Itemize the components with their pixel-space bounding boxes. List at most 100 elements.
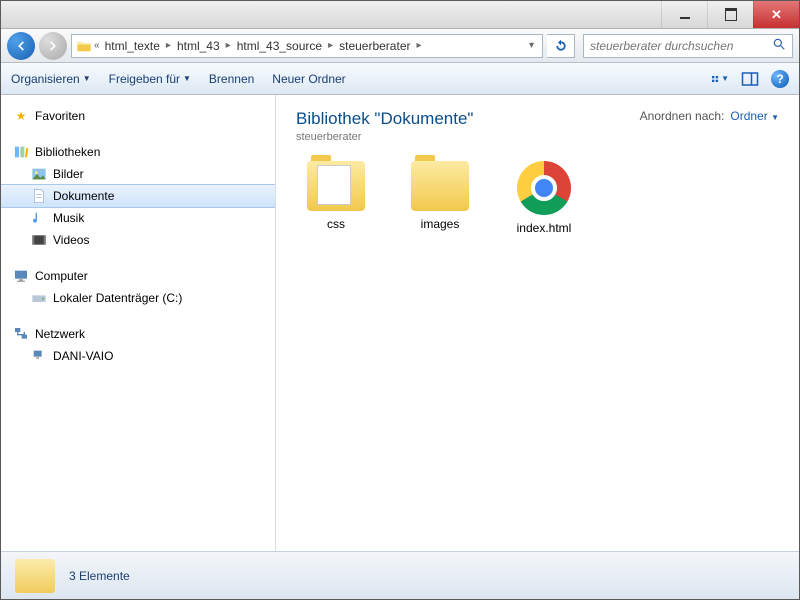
chevron-down-icon: ▼ — [183, 74, 191, 83]
toolbar-right: ▼ ? — [711, 70, 789, 88]
sidebar-favorites-header[interactable]: ★ Favoriten — [1, 105, 275, 127]
breadcrumb-item[interactable]: steuerberater — [339, 39, 410, 53]
refresh-icon — [554, 39, 568, 53]
sidebar-item-dokumente[interactable]: Dokumente — [1, 184, 275, 208]
chevron-down-icon: ▼ — [83, 74, 91, 83]
help-button[interactable]: ? — [771, 70, 789, 88]
music-icon — [31, 210, 47, 226]
breadcrumb-item[interactable]: html_texte — [105, 39, 160, 53]
content-area: Bibliothek "Dokumente" steuerberater Ano… — [276, 95, 799, 551]
maximize-button[interactable] — [707, 1, 753, 28]
status-count: 3 Elemente — [69, 569, 130, 583]
search-input[interactable] — [590, 39, 772, 53]
toolbar: Organisieren▼ Freigeben für▼ Brennen Neu… — [1, 63, 799, 95]
sidebar-item-label: Musik — [53, 211, 84, 225]
drive-icon — [31, 290, 47, 306]
sidebar-group-network: Netzwerk DANI-VAIO — [1, 323, 275, 367]
videos-icon — [31, 232, 47, 248]
titlebar — [1, 1, 799, 29]
arrange-value-link[interactable]: Ordner ▼ — [730, 109, 779, 123]
back-button[interactable] — [7, 32, 35, 60]
sidebar-label: Netzwerk — [35, 327, 85, 341]
chevron-down-icon: ▼ — [721, 74, 729, 83]
chrome-icon — [517, 161, 571, 215]
arrange-value: Ordner — [730, 109, 767, 123]
item-label: index.html — [517, 221, 572, 235]
library-title: Bibliothek "Dokumente" — [296, 109, 473, 129]
chevron-down-icon[interactable]: ▾ — [525, 40, 538, 51]
folder-icon — [411, 161, 469, 211]
sidebar-item-label: DANI-VAIO — [53, 349, 113, 363]
sidebar-item-musik[interactable]: Musik — [1, 207, 275, 229]
folder-item-images[interactable]: images — [400, 161, 480, 235]
arrow-left-icon — [14, 39, 28, 53]
sidebar-item-drive-c[interactable]: Lokaler Datenträger (C:) — [1, 287, 275, 309]
sidebar-item-label: Lokaler Datenträger (C:) — [53, 291, 182, 305]
file-item-index[interactable]: index.html — [504, 161, 584, 235]
sidebar-libraries-header[interactable]: Bibliotheken — [1, 141, 275, 163]
body: ★ Favoriten Bibliotheken Bilder Do — [1, 95, 799, 551]
organize-menu[interactable]: Organisieren▼ — [11, 72, 91, 86]
sidebar-label: Favoriten — [35, 109, 85, 123]
computer-icon — [13, 268, 29, 284]
arrange-label: Anordnen nach: — [640, 109, 725, 123]
sidebar-item-network-pc[interactable]: DANI-VAIO — [1, 345, 275, 367]
sidebar-label: Bibliotheken — [35, 145, 100, 159]
item-label: images — [421, 217, 460, 231]
sidebar: ★ Favoriten Bibliotheken Bilder Do — [1, 95, 276, 551]
preview-pane-button[interactable] — [741, 70, 759, 88]
folder-icon — [15, 559, 55, 593]
new-folder-button[interactable]: Neuer Ordner — [272, 72, 345, 86]
sidebar-group-computer: Computer Lokaler Datenträger (C:) — [1, 265, 275, 309]
network-icon — [13, 326, 29, 342]
view-options-button[interactable]: ▼ — [711, 70, 729, 88]
library-heading: Bibliothek "Dokumente" steuerberater — [296, 109, 473, 143]
chevron-right-icon: ▸ — [324, 40, 337, 51]
folder-icon — [307, 161, 365, 211]
search-icon — [772, 37, 786, 54]
sidebar-item-label: Videos — [53, 233, 89, 247]
libraries-icon — [13, 144, 29, 160]
explorer-window: « html_texte ▸ html_43 ▸ html_43_source … — [0, 0, 800, 600]
pictures-icon — [31, 166, 47, 182]
close-button[interactable] — [753, 1, 799, 28]
share-label: Freigeben für — [109, 72, 180, 86]
item-label: css — [327, 217, 345, 231]
chevron-right-icon: ▸ — [222, 40, 235, 51]
star-icon: ★ — [13, 108, 29, 124]
sidebar-network-header[interactable]: Netzwerk — [1, 323, 275, 345]
statusbar: 3 Elemente — [1, 551, 799, 599]
sidebar-item-bilder[interactable]: Bilder — [1, 163, 275, 185]
chevron-right-icon: ▸ — [162, 40, 175, 51]
pane-icon — [741, 70, 759, 88]
library-subtitle: steuerberater — [296, 131, 473, 143]
refresh-button[interactable] — [547, 34, 575, 58]
sidebar-item-label: Bilder — [53, 167, 84, 181]
folder-item-css[interactable]: css — [296, 161, 376, 235]
share-menu[interactable]: Freigeben für▼ — [109, 72, 191, 86]
sidebar-label: Computer — [35, 269, 88, 283]
forward-button[interactable] — [39, 32, 67, 60]
network-pc-icon — [31, 348, 47, 364]
chevron-right-icon: ▸ — [412, 40, 425, 51]
breadcrumb-item[interactable]: html_43_source — [237, 39, 322, 53]
sidebar-computer-header[interactable]: Computer — [1, 265, 275, 287]
view-icon — [711, 70, 719, 88]
arrow-right-icon — [46, 39, 60, 53]
breadcrumb-prefix: « — [94, 40, 103, 51]
search-box[interactable] — [583, 34, 793, 58]
sidebar-group-libraries: Bibliotheken Bilder Dokumente Musik Vide… — [1, 141, 275, 251]
new-folder-label: Neuer Ordner — [272, 72, 345, 86]
folder-icon — [76, 38, 92, 54]
burn-label: Brennen — [209, 72, 254, 86]
chevron-down-icon: ▼ — [771, 113, 779, 122]
navbar: « html_texte ▸ html_43 ▸ html_43_source … — [1, 29, 799, 63]
breadcrumb-item[interactable]: html_43 — [177, 39, 220, 53]
breadcrumb[interactable]: « html_texte ▸ html_43 ▸ html_43_source … — [71, 34, 543, 58]
sidebar-item-videos[interactable]: Videos — [1, 229, 275, 251]
sidebar-group-favorites: ★ Favoriten — [1, 105, 275, 127]
minimize-button[interactable] — [661, 1, 707, 28]
burn-button[interactable]: Brennen — [209, 72, 254, 86]
sidebar-item-label: Dokumente — [53, 189, 114, 203]
items-grid: css images index.html — [296, 153, 779, 235]
